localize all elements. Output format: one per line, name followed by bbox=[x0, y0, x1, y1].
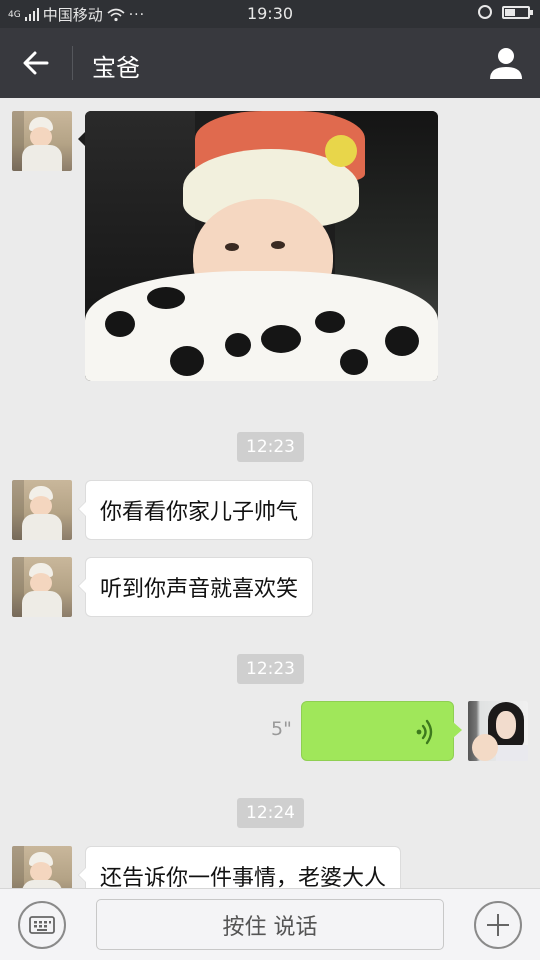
person-icon bbox=[490, 48, 522, 79]
self-avatar[interactable] bbox=[468, 701, 528, 761]
chat-area[interactable]: 12:23 你看看你家儿子帅气 听到你声音就喜欢笑 12:23 5" 12:24… bbox=[0, 98, 540, 888]
voice-duration: 5" bbox=[271, 718, 292, 740]
battery-icon bbox=[502, 5, 533, 19]
sender-avatar[interactable] bbox=[12, 111, 72, 171]
sender-avatar[interactable] bbox=[12, 557, 72, 617]
text-message[interactable]: 你看看你家儿子帅气 bbox=[77, 480, 314, 540]
back-button[interactable] bbox=[14, 43, 58, 83]
chat-title: 宝爸 bbox=[92, 54, 140, 82]
timestamp: 12:23 bbox=[237, 654, 304, 684]
hold-to-talk-button[interactable]: 按住 说话 bbox=[96, 899, 444, 950]
title-bar: 宝爸 bbox=[0, 28, 540, 98]
keyboard-icon bbox=[29, 916, 55, 934]
alarm-icon bbox=[478, 5, 492, 19]
profile-button[interactable] bbox=[486, 43, 526, 83]
image-message[interactable] bbox=[85, 111, 438, 381]
arrow-left-icon bbox=[23, 51, 49, 75]
timestamp: 12:23 bbox=[237, 432, 304, 462]
message-text: 还告诉你一件事情，老婆大人 bbox=[100, 866, 387, 888]
text-message[interactable]: 还告诉你一件事情，老婆大人 bbox=[77, 846, 402, 888]
text-message[interactable]: 听到你声音就喜欢笑 bbox=[77, 557, 314, 617]
message-text: 你看看你家儿子帅气 bbox=[100, 500, 299, 525]
sender-avatar[interactable] bbox=[12, 846, 72, 888]
timestamp: 12:24 bbox=[237, 798, 304, 828]
message-text: 听到你声音就喜欢笑 bbox=[100, 577, 299, 602]
status-bar: 4G 中国移动 ··· 19:30 bbox=[0, 0, 540, 28]
sender-avatar[interactable] bbox=[12, 480, 72, 540]
input-bar: 按住 说话 bbox=[0, 888, 540, 960]
plus-icon[interactable] bbox=[474, 901, 522, 949]
voice-wave-icon bbox=[416, 719, 433, 745]
keyboard-toggle-button[interactable] bbox=[18, 901, 66, 949]
voice-message[interactable] bbox=[301, 701, 462, 761]
title-divider bbox=[72, 46, 73, 80]
clock: 19:30 bbox=[246, 4, 294, 23]
